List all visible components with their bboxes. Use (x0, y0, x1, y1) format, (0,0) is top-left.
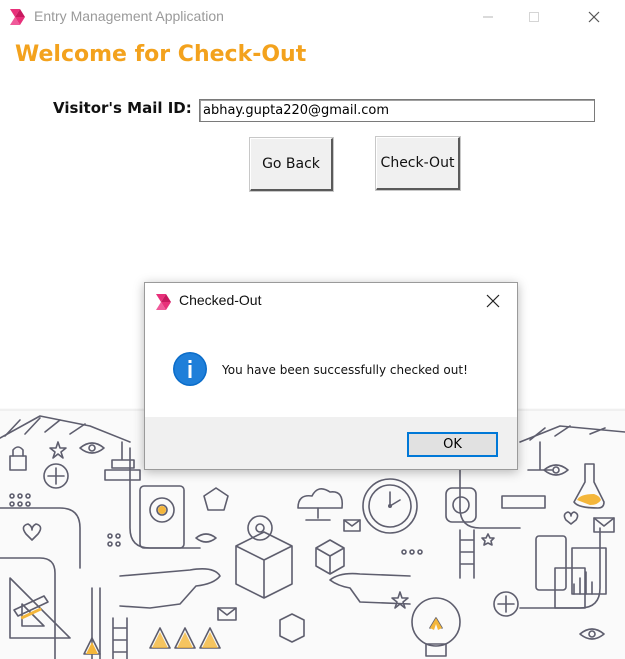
ok-button[interactable]: OK (407, 432, 498, 457)
minimize-button[interactable] (465, 0, 511, 32)
main-window: Entry Management Application Welcome for… (0, 0, 625, 659)
window-title: Entry Management Application (34, 8, 224, 24)
dialog-message: You have been successfully checked out! (222, 363, 468, 377)
check-out-button[interactable]: Check-Out (376, 137, 460, 190)
close-icon (486, 294, 500, 308)
title-bar[interactable]: Entry Management Application (0, 0, 625, 34)
feather-logo-icon (156, 294, 171, 310)
feather-logo-icon (10, 9, 25, 25)
go-back-button[interactable]: Go Back (250, 138, 333, 191)
checked-out-dialog: Checked-Out You have been successfully c… (144, 282, 518, 470)
minimize-icon (483, 16, 493, 18)
dialog-footer: OK (145, 417, 517, 469)
dialog-body: You have been successfully checked out! (145, 317, 517, 417)
dialog-title: Checked-Out (179, 292, 262, 308)
maximize-button[interactable] (511, 0, 557, 32)
mail-id-label: Visitor's Mail ID: (53, 99, 192, 117)
dialog-title-bar[interactable]: Checked-Out (145, 283, 517, 317)
close-icon (588, 11, 600, 23)
close-button[interactable] (571, 0, 617, 32)
maximize-icon (529, 12, 539, 22)
info-icon (173, 352, 207, 386)
mail-id-input[interactable] (199, 99, 595, 122)
dialog-close-button[interactable] (475, 287, 511, 315)
page-title: Welcome for Check-Out (15, 42, 307, 67)
